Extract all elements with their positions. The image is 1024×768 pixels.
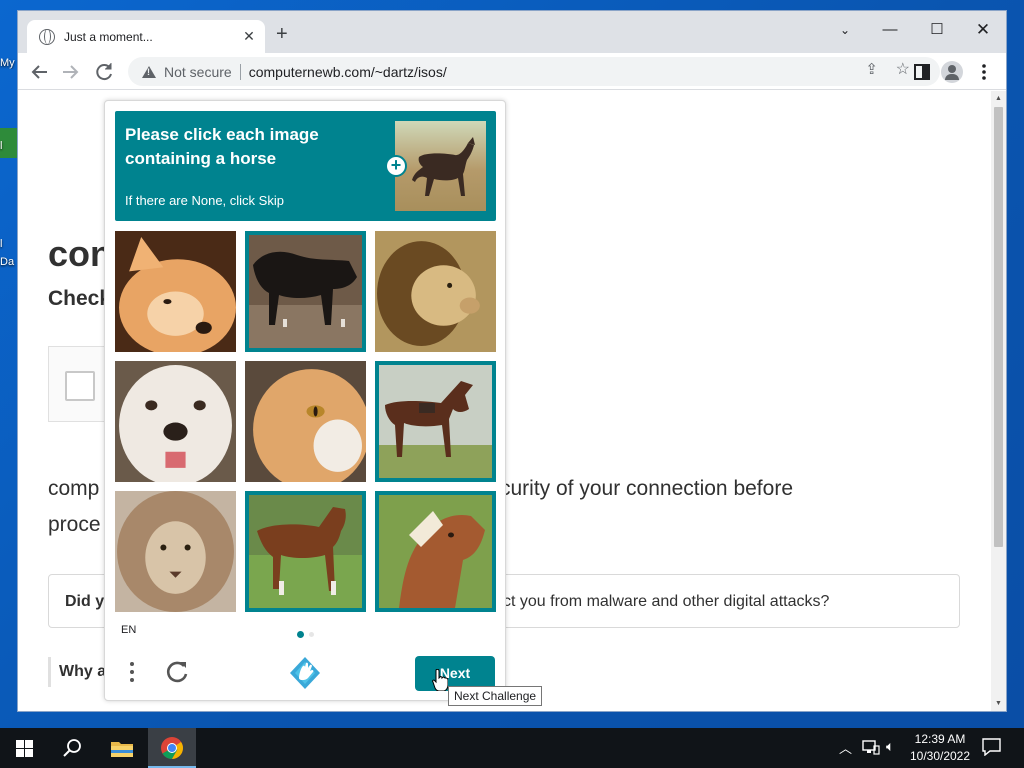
tab-search-icon[interactable]: ⌄ (830, 17, 860, 43)
next-button-tooltip: Next Challenge (448, 686, 543, 706)
tab-close-icon[interactable]: ✕ (239, 28, 259, 45)
captcha-skip-hint: If there are None, click Skip (125, 193, 284, 208)
captcha-tile-lion[interactable] (375, 231, 496, 352)
browser-tab[interactable]: Just a moment... ✕ (27, 20, 265, 53)
security-label[interactable]: Not secure (164, 64, 232, 80)
refresh-challenge-icon[interactable] (163, 657, 191, 685)
desktop-icon-label[interactable]: Da (0, 256, 17, 268)
globe-icon (39, 28, 55, 45)
address-bar[interactable]: Not secure computernewb.com/~dartz/isos/… (128, 57, 940, 86)
info-panel-label: Did y (65, 593, 105, 610)
scroll-down-icon[interactable]: ▼ (995, 700, 1002, 707)
taskbar: ︿ 🔈︎ 12:39 AM 10/30/2022 (0, 728, 1024, 768)
windows-start-icon[interactable] (16, 740, 33, 757)
captcha-tile-horse[interactable] (245, 231, 366, 352)
captcha-image-grid (115, 231, 496, 612)
maximize-button[interactable]: ☐ (922, 17, 952, 43)
forward-arrow-icon[interactable] (58, 60, 82, 84)
captcha-tile-lion[interactable] (115, 491, 236, 612)
page-indicator (309, 632, 314, 637)
desktop-icon-label[interactable]: l (0, 238, 17, 250)
captcha-tile-dog[interactable] (115, 231, 236, 352)
verify-checkbox[interactable] (65, 371, 95, 401)
divider (239, 63, 241, 80)
desktop-icon-label[interactable]: l (0, 140, 17, 152)
url-text[interactable]: computernewb.com/~dartz/isos/ (249, 64, 447, 80)
mouse-cursor-icon (432, 668, 449, 692)
bookmark-star-icon[interactable]: ☆ (896, 59, 910, 79)
page-title: con (48, 233, 113, 274)
clock-date: 10/30/2022 (909, 749, 971, 763)
captcha-tile-horse[interactable] (375, 361, 496, 482)
why-label: Why a (59, 663, 107, 680)
kebab-menu-icon[interactable] (972, 60, 996, 84)
zoom-plus-icon[interactable]: + (385, 155, 407, 177)
reload-icon[interactable] (92, 60, 116, 84)
notifications-icon[interactable] (982, 738, 1001, 757)
captcha-prompt: Please click each image containing a hor… (125, 125, 319, 168)
language-selector[interactable]: EN (121, 624, 136, 636)
scroll-thumb[interactable] (994, 107, 1003, 547)
example-horse-image (395, 121, 486, 211)
captcha-tile-horse[interactable] (245, 491, 366, 612)
system-clock[interactable]: 12:39 AM 10/30/2022 (906, 731, 974, 765)
minimize-button[interactable]: — (875, 17, 905, 43)
hcaptcha-logo-icon[interactable] (288, 656, 322, 690)
chrome-taskbar-button[interactable] (148, 728, 196, 768)
info-panel-text: ct you from malware and other digital at… (503, 593, 830, 610)
paragraph-end: curity of your connection before (500, 477, 793, 500)
captcha-tile-horse[interactable] (375, 491, 496, 612)
warning-icon[interactable] (142, 65, 156, 78)
clock-time: 12:39 AM (914, 732, 966, 746)
page-scrollbar[interactable]: ▲ ▼ (991, 91, 1006, 711)
network-icon[interactable] (862, 738, 880, 756)
desktop-icon-label[interactable]: My (0, 57, 17, 69)
chrome-icon (160, 736, 184, 760)
paragraph-line2: proce (48, 513, 101, 536)
captcha-challenge-panel: Please click each image containing a hor… (104, 100, 506, 701)
more-options-icon[interactable] (125, 659, 139, 689)
scroll-up-icon[interactable]: ▲ (995, 95, 1002, 102)
tray-chevron-up-icon[interactable]: ︿ (839, 738, 852, 757)
volume-icon[interactable]: 🔈︎ (886, 738, 894, 755)
page-indicator-active (297, 631, 304, 638)
browser-toolbar: Not secure computernewb.com/~dartz/isos/… (18, 53, 1006, 90)
captcha-tile-dog[interactable] (115, 361, 236, 482)
captcha-tile-cat[interactable] (245, 361, 366, 482)
search-icon[interactable] (62, 737, 84, 759)
back-arrow-icon[interactable] (28, 60, 52, 84)
share-icon[interactable]: ⇪ (865, 60, 878, 78)
why-section[interactable]: Why a (48, 657, 106, 687)
side-panel-icon[interactable] (910, 60, 934, 84)
page-subtitle: Check (48, 287, 112, 310)
file-explorer-icon[interactable] (110, 738, 134, 758)
tab-title: Just a moment... (64, 29, 153, 44)
tab-strip: Just a moment... ✕ + ⌄ — ☐ ✕ (18, 11, 1006, 53)
profile-avatar-icon[interactable] (940, 60, 964, 84)
new-tab-button[interactable]: + (276, 24, 288, 44)
captcha-header: Please click each image containing a hor… (115, 111, 496, 221)
close-window-button[interactable]: ✕ (968, 17, 998, 43)
